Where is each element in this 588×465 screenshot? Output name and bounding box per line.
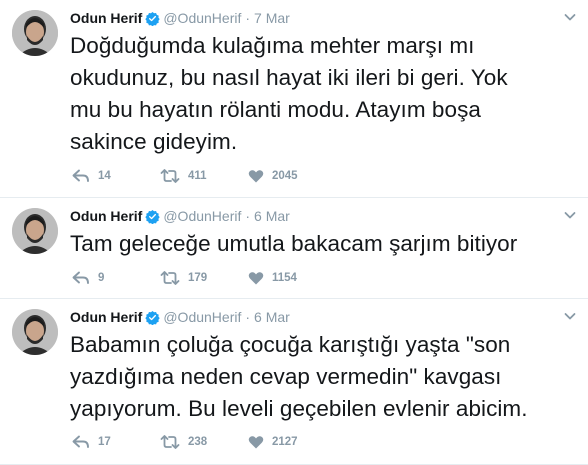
tweet-actions: 17 238 2127 (72, 433, 298, 451)
like-button[interactable]: 2127 (248, 433, 298, 451)
tweet-date[interactable]: 6 Mar (254, 308, 290, 326)
retweet-button[interactable]: 179 (160, 269, 248, 287)
tweet[interactable]: Odun Herif @OdunHerif · 6 Mar Tam gelece… (0, 198, 588, 299)
verified-badge-icon (145, 310, 161, 325)
tweet-actions: 14 411 2045 (72, 167, 298, 185)
avatar[interactable] (12, 309, 58, 355)
author-handle[interactable]: @OdunHerif (163, 308, 241, 326)
author-handle[interactable]: @OdunHerif (163, 9, 241, 27)
retweet-count: 238 (188, 436, 208, 448)
tweet[interactable]: Odun Herif @OdunHerif · 6 Mar Babamın ço… (0, 299, 588, 465)
tweet-text: Babamın çoluğa çocuğa karıştığı yaşta "s… (70, 332, 528, 421)
like-count: 2127 (272, 436, 298, 448)
reply-icon (72, 169, 89, 182)
separator: · (245, 309, 251, 325)
retweet-icon (160, 271, 180, 285)
heart-icon (248, 272, 264, 285)
tweet-header: Odun Herif @OdunHerif · 6 Mar (70, 308, 290, 326)
reply-count: 14 (98, 170, 111, 182)
reply-icon (72, 435, 89, 448)
reply-count: 9 (98, 272, 105, 284)
retweet-button[interactable]: 238 (160, 433, 248, 451)
avatar-image (12, 309, 58, 355)
author-name[interactable]: Odun Herif (70, 207, 142, 225)
reply-icon (72, 271, 89, 284)
retweet-button[interactable]: 411 (160, 167, 248, 185)
avatar-image (12, 10, 58, 56)
like-count: 2045 (272, 170, 298, 182)
tweet-date[interactable]: 7 Mar (254, 9, 290, 27)
tweet-text: Tam geleceğe umutla bakacam şarjım bitiy… (70, 231, 518, 256)
avatar[interactable] (12, 10, 58, 56)
tweet-actions: 9 179 1154 (72, 269, 297, 287)
retweet-icon (160, 435, 180, 449)
tweet-date[interactable]: 6 Mar (254, 207, 290, 225)
like-button[interactable]: 2045 (248, 167, 298, 185)
avatar-image (12, 208, 58, 254)
like-button[interactable]: 1154 (248, 269, 297, 287)
verified-badge-icon (145, 209, 161, 224)
tweet-header: Odun Herif @OdunHerif · 7 Mar (70, 9, 290, 27)
heart-icon (248, 436, 264, 449)
heart-icon (248, 170, 264, 183)
chevron-down-icon[interactable] (563, 208, 577, 222)
author-handle[interactable]: @OdunHerif (163, 207, 241, 225)
reply-count: 17 (98, 436, 111, 448)
retweet-icon (160, 169, 180, 183)
reply-button[interactable]: 9 (72, 269, 160, 287)
tweet[interactable]: Odun Herif @OdunHerif · 7 Mar Doğduğumda… (0, 0, 588, 198)
reply-button[interactable]: 17 (72, 433, 160, 451)
chevron-down-icon[interactable] (563, 10, 577, 24)
reply-button[interactable]: 14 (72, 167, 160, 185)
chevron-down-icon[interactable] (563, 309, 577, 323)
avatar[interactable] (12, 208, 58, 254)
retweet-count: 179 (188, 272, 208, 284)
verified-badge-icon (145, 11, 161, 26)
separator: · (245, 208, 251, 224)
separator: · (245, 10, 251, 26)
retweet-count: 411 (188, 170, 207, 182)
author-name[interactable]: Odun Herif (70, 308, 142, 326)
like-count: 1154 (272, 272, 297, 284)
tweet-text: Doğduğumda kulağıma mehter marşı mı okud… (70, 33, 508, 154)
tweet-header: Odun Herif @OdunHerif · 6 Mar (70, 207, 290, 225)
author-name[interactable]: Odun Herif (70, 9, 142, 27)
